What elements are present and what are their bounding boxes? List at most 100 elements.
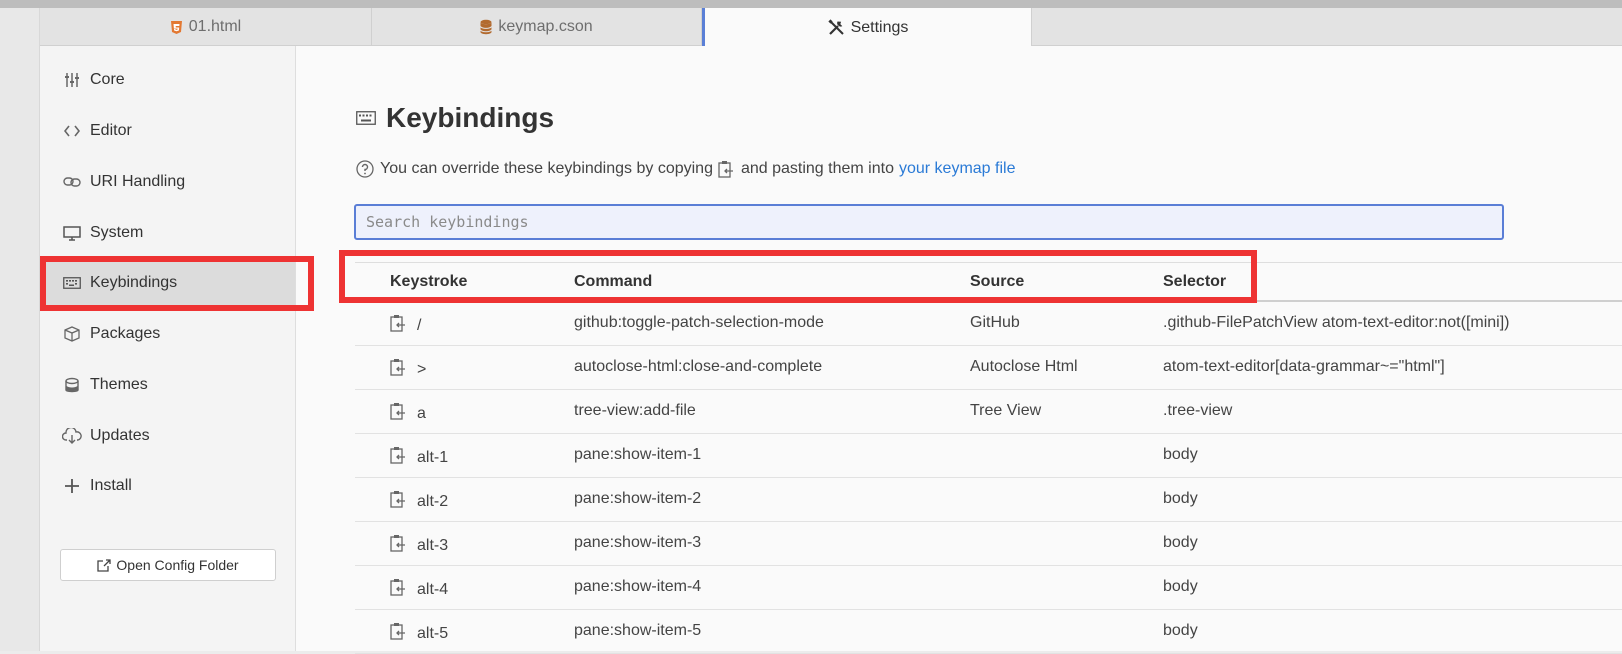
clippy-icon [718, 160, 734, 178]
override-hint: You can override these keybindings by co… [356, 160, 1015, 178]
database-icon [480, 19, 493, 35]
sidebar-item-core[interactable]: Core [40, 58, 295, 102]
keyboard-icon [356, 111, 376, 125]
column-header-command[interactable]: Command [574, 273, 652, 291]
keystroke-cell: alt-2 [417, 493, 449, 510]
sidebar-item-themes[interactable]: Themes [40, 363, 295, 407]
table-row: alt-5 pane:show-item-5 body [355, 610, 1622, 654]
command-cell: pane:show-item-3 [574, 534, 702, 551]
sidebar-item-label: Install [90, 477, 132, 494]
sidebar-item-label: Packages [90, 325, 161, 342]
copy-keybinding-icon[interactable] [390, 314, 406, 332]
sidebar-item-uri-handling[interactable]: URI Handling [40, 160, 295, 204]
sidebar-item-label: Editor [90, 122, 132, 139]
selector-cell: body [1163, 622, 1198, 639]
copy-keybinding-icon[interactable] [390, 490, 406, 508]
keystroke-cell: alt-3 [417, 537, 449, 554]
selector-cell: .github-FilePatchView atom-text-editor:n… [1163, 314, 1510, 331]
sidebar-item-label: Updates [90, 427, 150, 444]
tools-icon [827, 19, 845, 36]
settings-view: Core Editor URI Handling System Keybindi… [40, 46, 1622, 654]
link-external-icon [97, 558, 112, 572]
column-header-source[interactable]: Source [970, 273, 1024, 291]
keystroke-cell: / [417, 317, 422, 334]
keymap-file-link[interactable]: your keymap file [899, 160, 1016, 178]
copy-keybinding-icon[interactable] [390, 446, 406, 464]
table-row: a tree-view:add-file Tree View .tree-view [355, 390, 1622, 434]
copy-keybinding-icon[interactable] [390, 622, 406, 640]
selector-cell: body [1163, 578, 1198, 595]
section-heading: Keybindings [356, 102, 554, 134]
tab-label: 01.html [188, 18, 242, 35]
keybindings-table: Keystroke Command Source Selector / githu… [355, 262, 1622, 654]
sidebar-item-system[interactable]: System [40, 211, 295, 255]
html5-icon [170, 20, 183, 35]
open-config-folder-button[interactable]: Open Config Folder [60, 549, 276, 581]
hint-text-before: You can override these keybindings by co… [380, 160, 713, 177]
keystroke-cell: alt-4 [417, 581, 449, 598]
code-icon [62, 125, 82, 137]
command-cell: pane:show-item-4 [574, 578, 702, 595]
source-cell: GitHub [970, 314, 1020, 331]
keystroke-cell: > [417, 361, 427, 378]
settings-sidebar: Core Editor URI Handling System Keybindi… [40, 46, 296, 651]
command-cell: pane:show-item-1 [574, 446, 702, 463]
keystroke-cell: alt-5 [417, 625, 449, 642]
copy-keybinding-icon[interactable] [390, 534, 406, 552]
sidebar-item-packages[interactable]: Packages [40, 312, 295, 356]
copy-keybinding-icon[interactable] [390, 358, 406, 376]
sidebar-item-keybindings[interactable]: Keybindings [40, 261, 295, 305]
window-top-strip [0, 0, 1622, 8]
command-cell: pane:show-item-2 [574, 490, 702, 507]
page-title: Keybindings [386, 102, 555, 133]
command-cell: tree-view:add-file [574, 402, 696, 419]
package-icon [62, 326, 82, 342]
column-header-selector[interactable]: Selector [1163, 273, 1226, 291]
keybindings-panel: Keybindings You can override these keybi… [296, 46, 1622, 654]
table-row: / github:toggle-patch-selection-mode GitHu… [355, 302, 1622, 346]
link-icon [62, 176, 82, 188]
command-cell: autoclose-html:close-and-complete [574, 358, 823, 375]
keystroke-cell: a [417, 405, 426, 422]
sidebar-item-editor[interactable]: Editor [40, 109, 295, 153]
command-cell: github:toggle-patch-selection-mode [574, 314, 824, 331]
selector-cell: body [1163, 490, 1198, 507]
table-row: alt-1 pane:show-item-1 body [355, 434, 1622, 478]
sidebar-item-label: Keybindings [90, 274, 178, 291]
plus-icon [62, 479, 82, 493]
paintcan-icon [62, 377, 82, 394]
table-row: alt-4 pane:show-item-4 body [355, 566, 1622, 610]
copy-keybinding-icon[interactable] [390, 578, 406, 596]
tab-01-html[interactable]: 01.html [40, 8, 372, 46]
tab-keymap-cson[interactable]: keymap.cson [372, 8, 702, 46]
table-row: > autoclose-html:close-and-complete Autocl… [355, 346, 1622, 390]
cloud-download-icon [62, 428, 82, 444]
sidebar-item-label: Core [90, 71, 125, 88]
sidebar-item-label: System [90, 224, 144, 241]
table-row: alt-2 pane:show-item-2 body [355, 478, 1622, 522]
sliders-icon [62, 73, 82, 87]
hint-text-after: and pasting them into [740, 160, 894, 177]
selector-cell: .tree-view [1163, 402, 1233, 419]
source-cell: Autoclose Html [970, 358, 1078, 375]
tab-settings[interactable]: Settings [702, 8, 1032, 47]
table-row: alt-3 pane:show-item-3 body [355, 522, 1622, 566]
keyboard-icon [62, 277, 82, 289]
selector-cell: body [1163, 446, 1198, 463]
table-header: Keystroke Command Source Selector [355, 262, 1622, 302]
sidebar-item-updates[interactable]: Updates [40, 414, 295, 458]
sidebar-item-label: URI Handling [90, 173, 186, 190]
column-header-keystroke[interactable]: Keystroke [390, 273, 467, 291]
search-input[interactable] [354, 204, 1504, 240]
table-body: / github:toggle-patch-selection-mode GitHu… [355, 302, 1622, 654]
command-cell: pane:show-item-5 [574, 622, 702, 639]
selector-cell: atom-text-editor[data-grammar~="html"] [1163, 358, 1445, 375]
source-cell: Tree View [970, 402, 1042, 419]
open-config-folder-label: Open Config Folder [116, 557, 239, 573]
selector-cell: body [1163, 534, 1198, 551]
left-gutter [0, 8, 40, 651]
sidebar-item-install[interactable]: Install [40, 464, 295, 508]
question-icon [356, 160, 374, 178]
tab-label: keymap.cson [498, 18, 593, 35]
copy-keybinding-icon[interactable] [390, 402, 406, 420]
